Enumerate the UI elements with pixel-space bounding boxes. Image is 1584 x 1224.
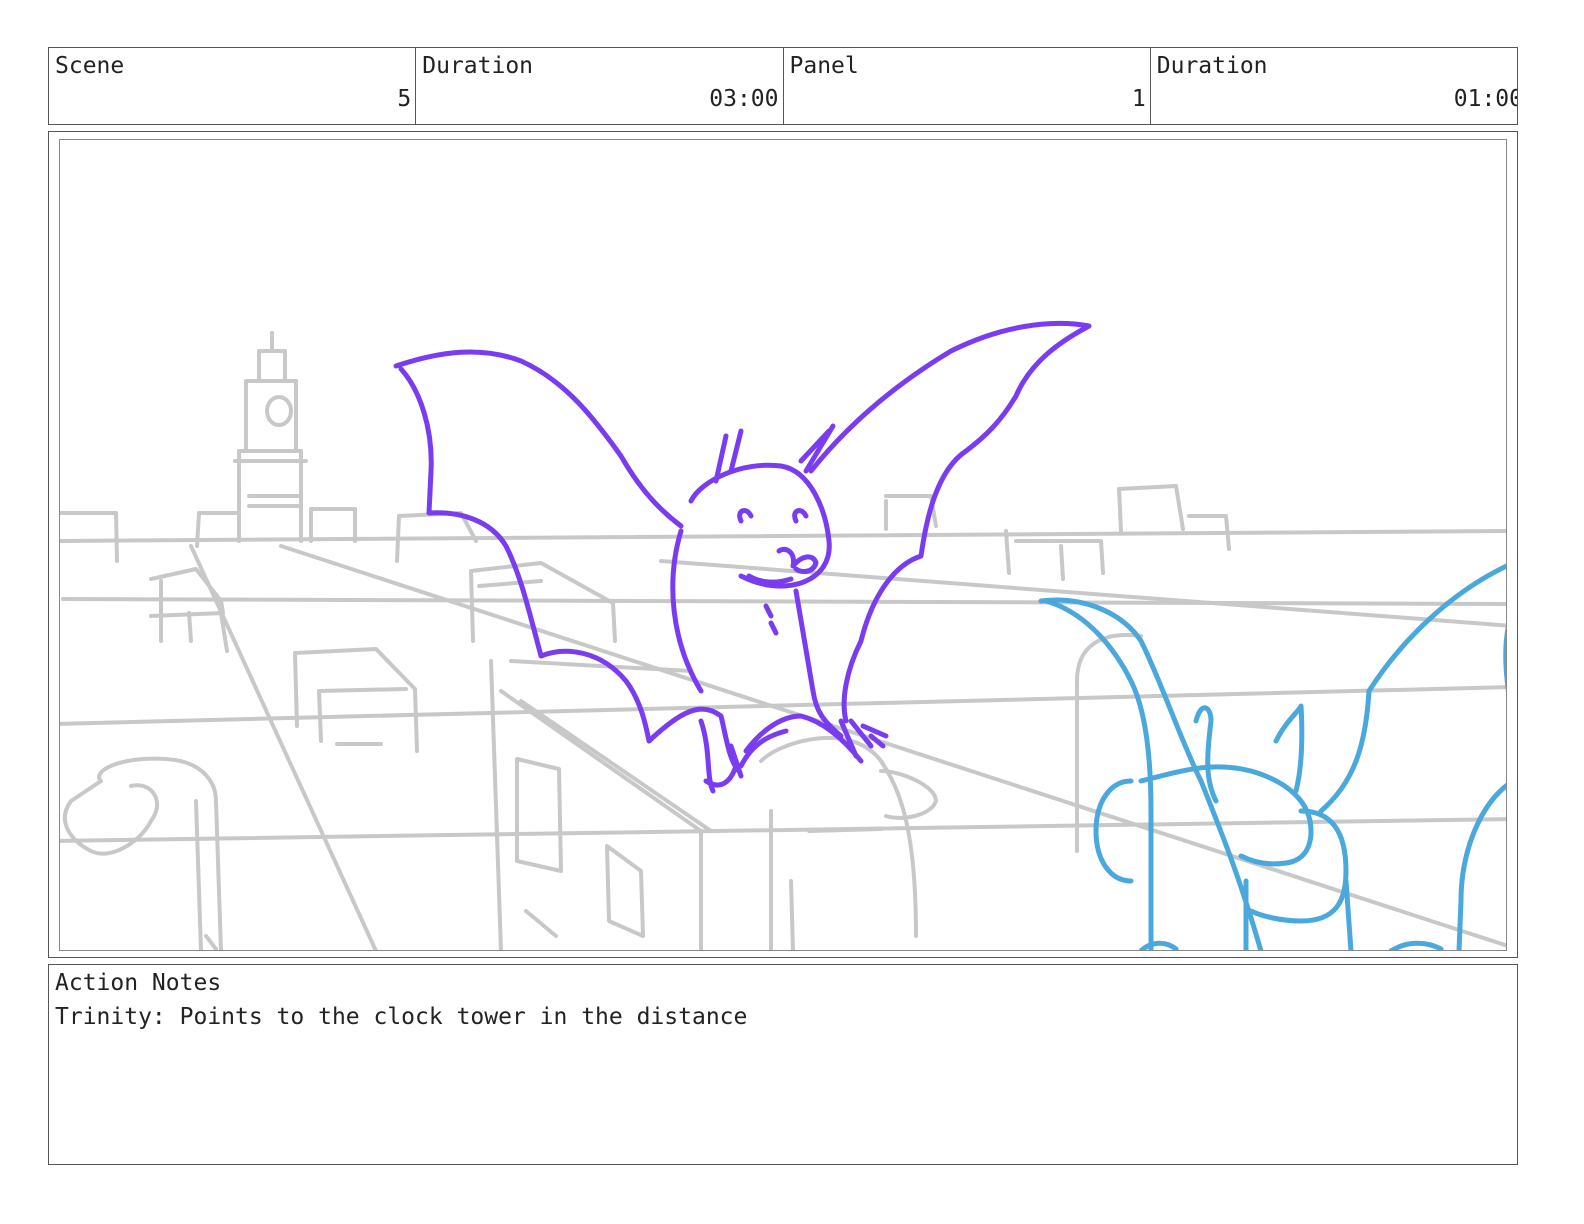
scene-label: Scene — [55, 53, 125, 79]
scene-duration-value[interactable]: 03:00 — [709, 85, 778, 113]
panel-duration-cell: Duration 01:00 — [1151, 48, 1517, 124]
panel-label: Panel — [789, 53, 859, 79]
bat-character-sketch — [393, 320, 1092, 794]
panel-cell: Panel 1 — [784, 48, 1151, 124]
storyboard-canvas[interactable] — [59, 139, 1507, 951]
scene-cell: Scene 5 — [49, 48, 417, 124]
scene-duration-label: Duration — [422, 53, 534, 79]
action-notes-text[interactable]: Trinity: Points to the clock tower in th… — [55, 1001, 747, 1033]
action-notes-title: Action Notes — [55, 970, 222, 996]
city-background-sketch — [60, 331, 1506, 950]
panel-duration-label: Duration — [1156, 53, 1268, 79]
panel-info-header: Scene 5 Duration 03:00 Panel 1 Duration … — [48, 47, 1518, 125]
panel-duration-value[interactable]: 01:00 — [1454, 85, 1517, 113]
scene-number[interactable]: 5 — [397, 85, 411, 113]
panel-number[interactable]: 1 — [1132, 85, 1146, 113]
scene-duration-cell: Duration 03:00 — [416, 48, 784, 124]
action-notes-box: Action Notes Trinity: Points to the cloc… — [48, 964, 1518, 1165]
